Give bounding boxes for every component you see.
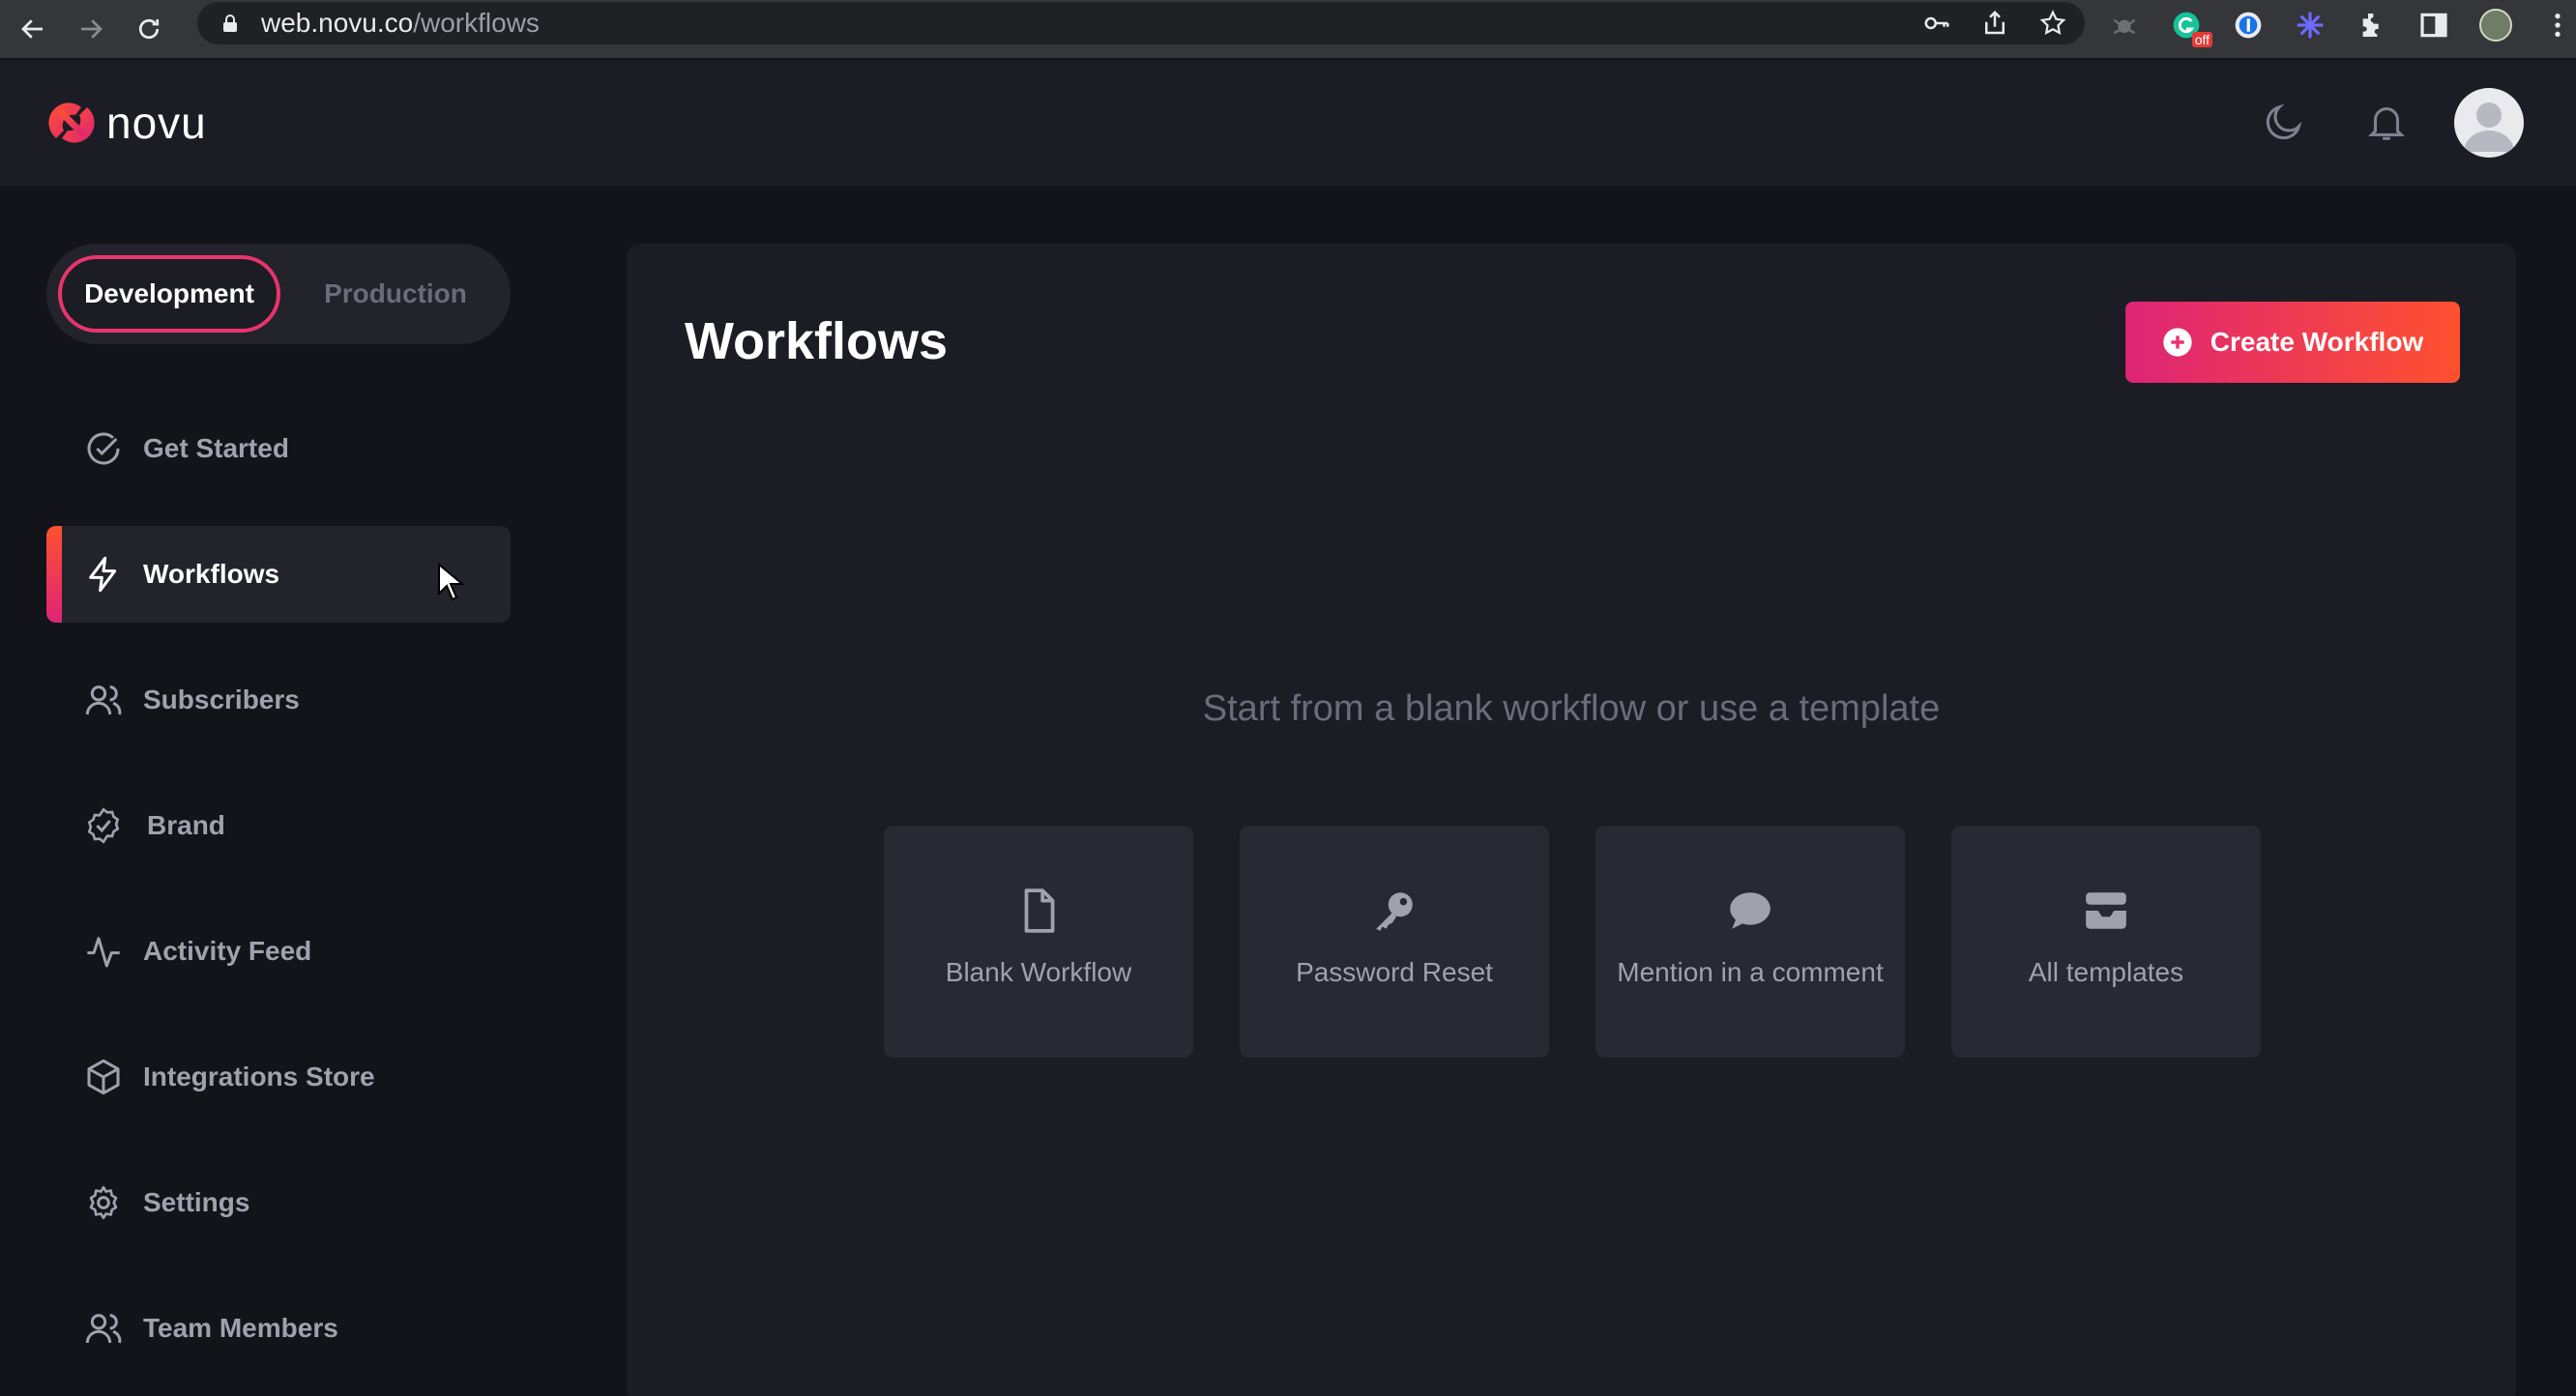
puzzle-icon[interactable] [2356, 9, 2388, 42]
create-workflow-label: Create Workflow [2210, 327, 2424, 357]
templates-icon [2081, 886, 2131, 936]
key-icon [1369, 886, 1420, 936]
app-header: novu [0, 60, 2576, 186]
sidebar-item-get-started[interactable]: Get Started [46, 400, 511, 497]
sidebar-item-label: Brand [147, 810, 225, 840]
bug-extension-icon[interactable] [2108, 9, 2141, 42]
notifications-button[interactable] [2359, 95, 2414, 149]
arrow-left-icon [21, 19, 43, 39]
sidebar-item-label: Activity Feed [143, 936, 312, 966]
template-label: Mention in a comment [1617, 957, 1884, 987]
environment-switch: Development Production [46, 244, 511, 344]
sidebar-item-subscribers[interactable]: Subscribers [46, 652, 511, 748]
sparkle-extension-icon[interactable] [2294, 9, 2327, 42]
env-production-button[interactable]: Production [294, 255, 497, 333]
template-card-all-templates[interactable]: All templates [1951, 826, 2261, 1058]
profile-avatar-icon[interactable] [2479, 9, 2512, 42]
check-circle-icon [83, 428, 124, 469]
sidebar-item-label: Workflows [143, 559, 280, 589]
sidebar-item-label: Settings [143, 1187, 250, 1217]
sidebar-item-brand[interactable]: Brand [46, 777, 511, 874]
template-card-mention-comment[interactable]: Mention in a comment [1595, 826, 1905, 1058]
brand-name: novu [106, 98, 207, 148]
template-label: Blank Workflow [945, 957, 1132, 987]
browser-toolbar: web.novu.co/workflows off [0, 0, 2576, 58]
gear-icon [83, 1182, 124, 1223]
grammarly-extension-icon[interactable]: off [2170, 9, 2212, 47]
create-workflow-button[interactable]: Create Workflow [2125, 302, 2460, 383]
workflows-panel: Workflows Create Workflow Start from a b… [627, 244, 2516, 1396]
theme-toggle-button[interactable] [2257, 95, 2311, 149]
badge-check-icon [83, 805, 124, 846]
extension-off-badge: off [2191, 32, 2212, 47]
url-path: /workflows [413, 8, 540, 38]
sidebar-item-integrations-store[interactable]: Integrations Store [46, 1029, 511, 1125]
team-icon [83, 1308, 124, 1349]
plus-circle-icon [2163, 328, 2192, 357]
sidebar-item-settings[interactable]: Settings [46, 1154, 511, 1251]
box-icon [83, 1057, 124, 1097]
reload-icon [138, 18, 160, 40]
page-title: Workflows [685, 312, 949, 370]
bolt-icon [83, 554, 124, 595]
onepassword-extension-icon[interactable] [2232, 9, 2265, 42]
novu-logo-icon [48, 102, 95, 143]
empty-state-text: Start from a blank workflow or use a tem… [1202, 688, 1941, 729]
sidebar-item-label: Get Started [143, 433, 289, 463]
env-development-button[interactable]: Development [58, 255, 280, 333]
template-card-blank-workflow[interactable]: Blank Workflow [884, 826, 1193, 1058]
mouse-cursor-icon [438, 563, 464, 601]
kebab-menu-icon[interactable] [2541, 9, 2574, 42]
template-label: All templates [2028, 957, 2184, 987]
template-label: Password Reset [1296, 957, 1493, 987]
star-icon[interactable] [2038, 9, 2067, 38]
forward-button[interactable] [66, 4, 116, 54]
novu-logo[interactable]: novu [46, 97, 207, 149]
sidebar-item-label: Team Members [143, 1313, 338, 1343]
file-icon [1013, 886, 1064, 936]
moon-icon [2266, 103, 2302, 140]
back-button[interactable] [8, 4, 58, 54]
activity-icon [83, 931, 124, 972]
side-panel-icon[interactable] [2417, 9, 2450, 42]
sidebar-item-activity-feed[interactable]: Activity Feed [46, 903, 511, 1000]
address-bar[interactable]: web.novu.co/workflows [197, 2, 2085, 44]
lock-icon [219, 12, 242, 35]
url-text: web.novu.co/workflows [261, 8, 540, 39]
bell-icon [2367, 107, 2406, 140]
sidebar-item-team-members[interactable]: Team Members [46, 1280, 511, 1377]
reload-button[interactable] [124, 4, 174, 54]
url-host: web.novu.co [261, 8, 414, 38]
user-avatar[interactable] [2454, 88, 2524, 158]
arrow-right-icon [81, 19, 102, 39]
share-icon[interactable] [1980, 9, 2009, 38]
key-icon[interactable] [1922, 9, 1951, 38]
sidebar-item-label: Integrations Store [143, 1062, 375, 1091]
users-icon [83, 680, 124, 720]
sidebar-item-label: Subscribers [143, 684, 300, 714]
user-icon [2464, 102, 2514, 152]
comment-icon [1725, 886, 1775, 936]
template-card-password-reset[interactable]: Password Reset [1240, 826, 1549, 1058]
